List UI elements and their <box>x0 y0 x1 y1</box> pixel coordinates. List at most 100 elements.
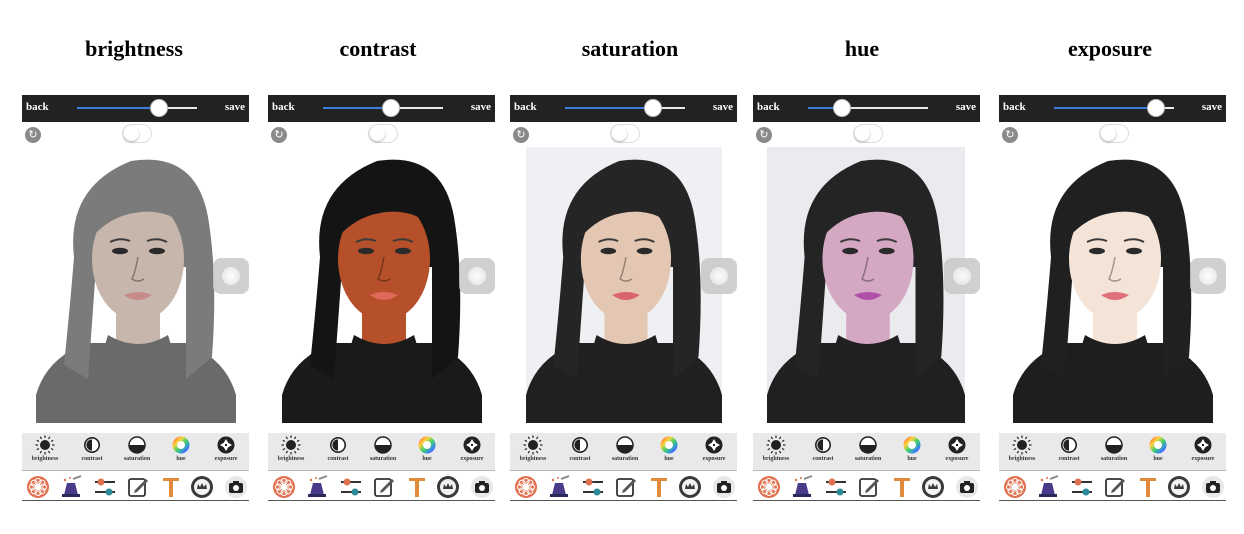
compare-toggle[interactable] <box>122 124 152 143</box>
adjust-hue[interactable]: hue <box>159 435 203 462</box>
caption-exposure: exposure <box>1068 36 1152 61</box>
adjust-exposure[interactable]: exposure <box>692 435 736 462</box>
tool-edit-button[interactable] <box>857 475 881 499</box>
adjust-exposure[interactable]: exposure <box>450 435 494 462</box>
bottom-toolbar <box>268 473 495 501</box>
refresh-icon[interactable]: ↻ <box>756 127 772 143</box>
crown-badge-icon <box>922 476 944 498</box>
floating-assist-button[interactable] <box>1190 258 1226 294</box>
save-button[interactable]: save <box>471 101 491 113</box>
adjust-contrast[interactable]: contrast <box>70 435 114 462</box>
tool-crown-badge-button[interactable] <box>1167 475 1191 499</box>
tool-flower-button[interactable] <box>1003 475 1027 499</box>
adjust-contrast[interactable]: contrast <box>316 435 360 462</box>
tool-magic-hat-button[interactable] <box>1036 475 1060 499</box>
floating-assist-button[interactable] <box>944 258 980 294</box>
tool-magic-hat-button[interactable] <box>59 475 83 499</box>
tool-edit-button[interactable] <box>126 475 150 499</box>
tool-sliders-button[interactable] <box>581 475 605 499</box>
tool-camera-button[interactable] <box>955 475 979 499</box>
tool-camera-button[interactable] <box>470 475 494 499</box>
adjust-brightness[interactable]: brightness <box>23 435 67 462</box>
slider-thumb[interactable] <box>832 99 851 117</box>
adjust-saturation[interactable]: saturation <box>361 435 405 462</box>
refresh-icon[interactable]: ↻ <box>1002 127 1018 143</box>
tool-magic-hat-button[interactable] <box>305 475 329 499</box>
floating-assist-button[interactable] <box>701 258 737 294</box>
adjust-slider[interactable] <box>565 99 685 117</box>
tool-magic-hat-button[interactable] <box>790 475 814 499</box>
compare-toggle[interactable] <box>368 124 398 143</box>
adjust-exposure[interactable]: exposure <box>1181 435 1225 462</box>
tool-camera-button[interactable] <box>712 475 736 499</box>
floating-assist-button[interactable] <box>459 258 495 294</box>
tool-edit-button[interactable] <box>372 475 396 499</box>
adjust-slider[interactable] <box>1054 99 1174 117</box>
tool-flower-button[interactable] <box>514 475 538 499</box>
save-button[interactable]: save <box>225 101 245 113</box>
tool-magic-hat-button[interactable] <box>547 475 571 499</box>
tool-sliders-button[interactable] <box>339 475 363 499</box>
tool-text-button[interactable] <box>647 475 671 499</box>
adjust-contrast[interactable]: contrast <box>1047 435 1091 462</box>
floating-assist-button[interactable] <box>213 258 249 294</box>
tool-crown-badge-button[interactable] <box>921 475 945 499</box>
adjust-slider[interactable] <box>77 99 197 117</box>
tool-camera-button[interactable] <box>224 475 248 499</box>
tool-sliders-button[interactable] <box>1070 475 1094 499</box>
adjust-exposure[interactable]: exposure <box>935 435 979 462</box>
refresh-icon[interactable]: ↻ <box>25 127 41 143</box>
camera-icon <box>225 476 247 498</box>
adjust-saturation[interactable]: saturation <box>846 435 890 462</box>
tool-flower-button[interactable] <box>272 475 296 499</box>
tool-text-button[interactable] <box>1136 475 1160 499</box>
refresh-icon[interactable]: ↻ <box>513 127 529 143</box>
back-button[interactable]: back <box>272 101 295 113</box>
tool-crown-badge-button[interactable] <box>436 475 460 499</box>
tool-flower-button[interactable] <box>757 475 781 499</box>
portrait-photo <box>767 147 965 423</box>
tool-text-button[interactable] <box>890 475 914 499</box>
adjust-contrast[interactable]: contrast <box>801 435 845 462</box>
tool-text-button[interactable] <box>405 475 429 499</box>
adjust-saturation[interactable]: saturation <box>1092 435 1136 462</box>
back-button[interactable]: back <box>1003 101 1026 113</box>
save-button[interactable]: save <box>956 101 976 113</box>
tool-edit-button[interactable] <box>1103 475 1127 499</box>
adjust-saturation[interactable]: saturation <box>603 435 647 462</box>
adjust-exposure[interactable]: exposure <box>204 435 248 462</box>
tool-sliders-button[interactable] <box>824 475 848 499</box>
tool-camera-button[interactable] <box>1201 475 1225 499</box>
adjust-hue[interactable]: hue <box>890 435 934 462</box>
back-button[interactable]: back <box>26 101 49 113</box>
compare-toggle[interactable] <box>853 124 883 143</box>
adjust-contrast[interactable]: contrast <box>558 435 602 462</box>
adjust-hue[interactable]: hue <box>647 435 691 462</box>
adjust-brightness[interactable]: brightness <box>511 435 555 462</box>
slider-thumb[interactable] <box>643 99 662 117</box>
adjust-brightness[interactable]: brightness <box>754 435 798 462</box>
slider-thumb[interactable] <box>149 99 168 117</box>
back-button[interactable]: back <box>514 101 537 113</box>
adjust-hue[interactable]: hue <box>405 435 449 462</box>
compare-toggle[interactable] <box>1099 124 1129 143</box>
slider-thumb[interactable] <box>382 99 401 117</box>
adjust-hue[interactable]: hue <box>1136 435 1180 462</box>
adjust-brightness[interactable]: brightness <box>269 435 313 462</box>
compare-toggle[interactable] <box>610 124 640 143</box>
save-button[interactable]: save <box>713 101 733 113</box>
tool-sliders-button[interactable] <box>93 475 117 499</box>
save-button[interactable]: save <box>1202 101 1222 113</box>
adjust-slider[interactable] <box>323 99 443 117</box>
tool-text-button[interactable] <box>159 475 183 499</box>
adjust-slider[interactable] <box>808 99 928 117</box>
tool-crown-badge-button[interactable] <box>190 475 214 499</box>
adjust-brightness[interactable]: brightness <box>1000 435 1044 462</box>
tool-flower-button[interactable] <box>26 475 50 499</box>
tool-edit-button[interactable] <box>614 475 638 499</box>
slider-thumb[interactable] <box>1147 99 1165 117</box>
back-button[interactable]: back <box>757 101 780 113</box>
tool-crown-badge-button[interactable] <box>678 475 702 499</box>
refresh-icon[interactable]: ↻ <box>271 127 287 143</box>
adjust-saturation[interactable]: saturation <box>115 435 159 462</box>
